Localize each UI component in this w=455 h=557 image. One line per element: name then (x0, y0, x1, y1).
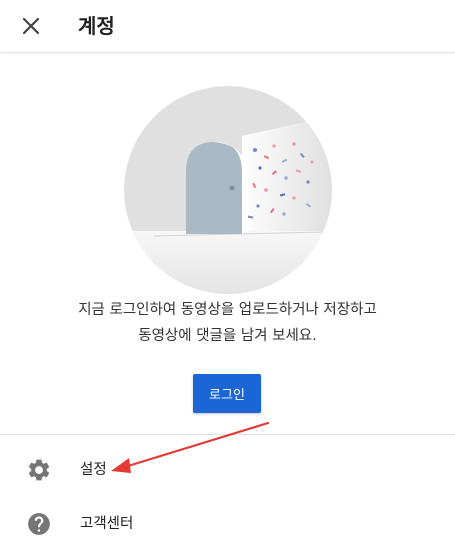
divider (0, 434, 455, 435)
login-button[interactable]: 로그인 (193, 374, 261, 413)
message-line-1: 지금 로그인하여 동영상을 업로드하거나 저장하고 (78, 302, 377, 318)
app-header: 계정 (0, 0, 455, 53)
gear-icon (28, 459, 50, 481)
login-prompt-message: 지금 로그인하여 동영상을 업로드하거나 저장하고 동영상에 댓글을 남겨 보세… (0, 297, 455, 349)
message-line-2: 동영상에 댓글을 남겨 보세요. (138, 328, 317, 344)
menu-item-help-center-label: 고객센터 (80, 516, 134, 532)
menu-item-settings[interactable]: 설정 (0, 444, 455, 496)
door-confetti-illustration (124, 86, 332, 294)
help-icon (28, 513, 50, 535)
page-title: 계정 (78, 14, 115, 38)
close-button[interactable] (14, 9, 48, 43)
menu-item-settings-label: 설정 (80, 462, 107, 478)
close-icon (22, 17, 40, 35)
menu-item-help-center[interactable]: 고객센터 (0, 498, 455, 550)
